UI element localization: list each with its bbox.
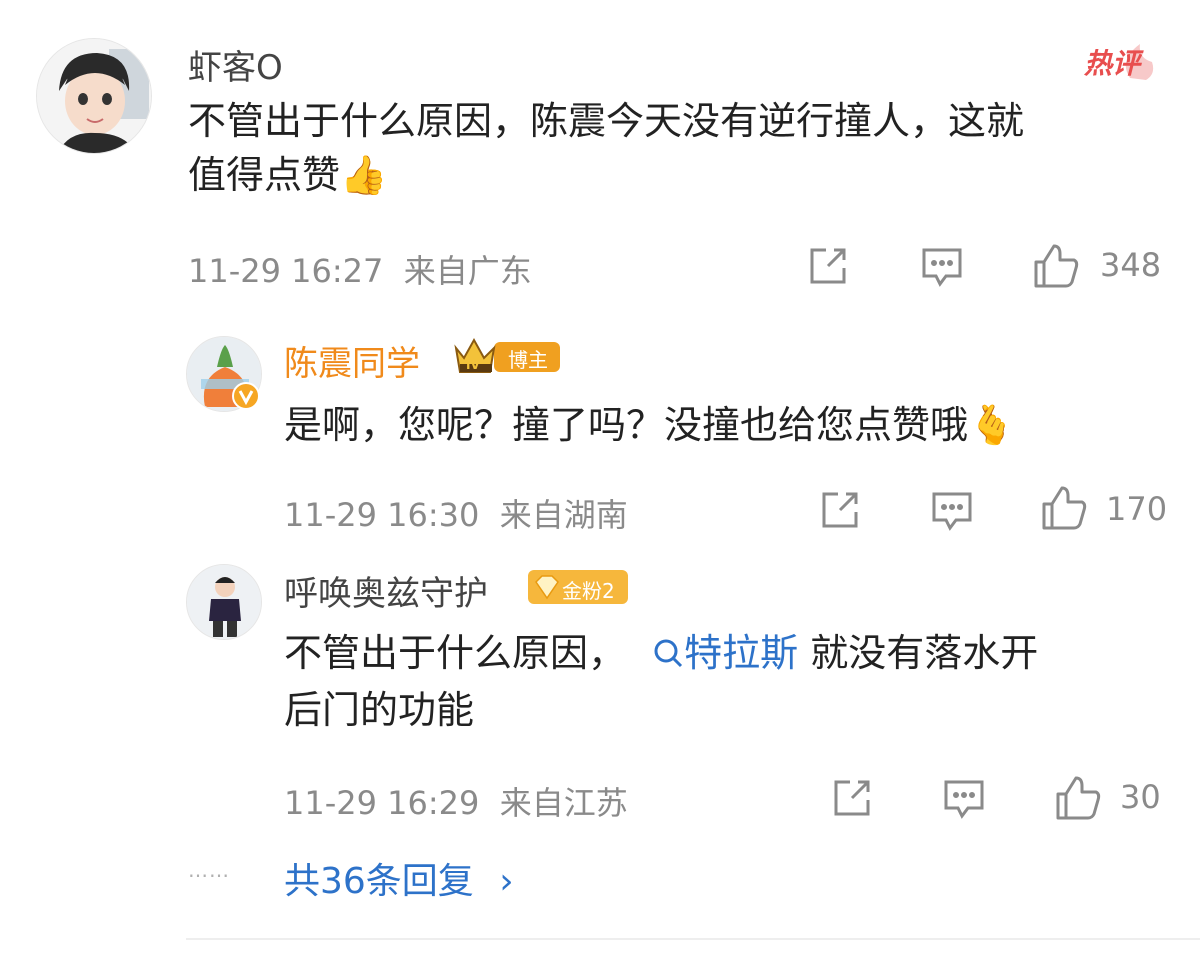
avatar-image (37, 39, 151, 153)
reply-line-1: 不管出于什么原因， 特拉斯 就没有落水开 (284, 626, 1038, 683)
reply-text-prefix: 不管出于什么原因， (284, 631, 627, 675)
reply-meta: 11-29 16:30 来自湖南 (284, 490, 628, 536)
verified-v-icon (232, 382, 260, 410)
reply-text-suffix: 就没有落水开 (810, 631, 1039, 675)
more-replies-dots: …… (188, 858, 230, 882)
share-icon[interactable] (818, 488, 862, 532)
comment-text: 不管出于什么原因，陈震今天没有逆行撞人，这就 值得点赞👍 (188, 94, 1024, 202)
chevron-right-icon: › (499, 861, 514, 902)
more-replies-label[interactable]: 共36条回复 (284, 861, 474, 902)
more-replies-button[interactable]: 共36条回复 › (284, 852, 514, 904)
avatar-image (187, 565, 261, 639)
role-badge-label: 博主 (508, 348, 548, 372)
divider (186, 938, 1200, 940)
hot-badge-label: 热评 (1084, 47, 1141, 80)
timestamp: 11-29 16:29 (284, 784, 480, 822)
comment-meta: 11-29 16:27 来自广东 (188, 246, 532, 292)
share-icon[interactable] (830, 776, 874, 820)
finger-heart-emoji: 🫰 (968, 403, 1016, 447)
reply-avatar[interactable] (186, 564, 262, 640)
username[interactable]: 虾客O (188, 40, 283, 89)
fan-badge: 金粉2 (528, 570, 630, 606)
location: 来自湖南 (499, 496, 628, 534)
comment-icon[interactable] (930, 490, 974, 532)
like-icon[interactable] (1040, 484, 1088, 532)
topic-link[interactable]: 特拉斯 (652, 631, 810, 675)
search-icon (652, 629, 684, 683)
location: 来自广东 (403, 252, 532, 290)
avatar[interactable] (36, 38, 152, 154)
level-badge: IV 博主 (452, 334, 564, 376)
topic-link-label[interactable]: 特拉斯 (684, 631, 798, 675)
like-icon[interactable] (1032, 242, 1080, 290)
comment-line-1: 不管出于什么原因，陈震今天没有逆行撞人，这就 (188, 99, 1025, 143)
reply-text: 不管出于什么原因， 特拉斯 就没有落水开 后门的功能 (284, 626, 1038, 737)
comment-line-2: 值得点赞👍 (188, 148, 1024, 202)
like-count: 30 (1120, 778, 1161, 816)
reply-meta: 11-29 16:29 来自江苏 (284, 778, 628, 824)
like-icon[interactable] (1054, 774, 1102, 822)
level-badge-label: IV (466, 358, 480, 372)
reply-username[interactable]: 陈震同学 (284, 336, 420, 385)
reply-line-2: 后门的功能 (284, 687, 475, 732)
hot-comment-badge: 热评 (1082, 38, 1162, 82)
reply-text: 是啊，您呢？撞了吗？没撞也给您点赞哦🫰 (284, 398, 1015, 452)
reply-text-body: 是啊，您呢？撞了吗？没撞也给您点赞哦 (284, 403, 969, 447)
fan-badge-label: 金粉2 (562, 579, 615, 603)
like-count: 348 (1100, 246, 1162, 284)
comment-line-2-text: 值得点赞 (188, 153, 341, 197)
timestamp: 11-29 16:30 (284, 496, 480, 534)
location: 来自江苏 (499, 784, 628, 822)
like-count: 170 (1106, 490, 1168, 528)
thumbs-up-emoji: 👍 (340, 153, 388, 197)
comment-icon[interactable] (942, 778, 986, 820)
timestamp: 11-29 16:27 (188, 252, 384, 290)
share-icon[interactable] (806, 244, 850, 288)
comment-icon[interactable] (920, 246, 964, 288)
reply-username[interactable]: 呼唤奥兹守护 (284, 566, 488, 615)
